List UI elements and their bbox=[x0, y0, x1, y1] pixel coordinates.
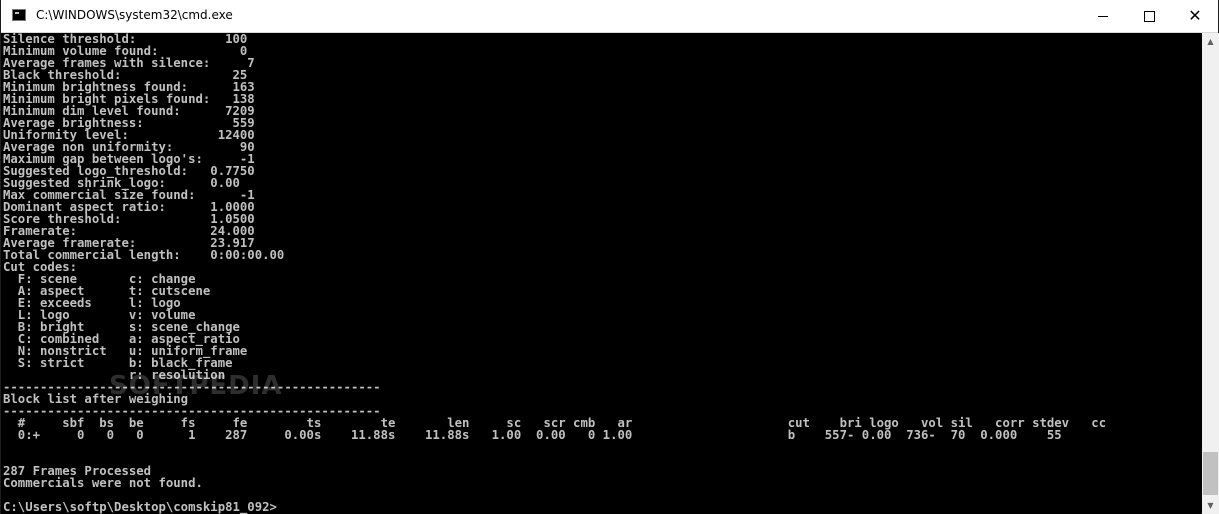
scroll-thumb[interactable] bbox=[1203, 452, 1218, 495]
cmd-window: C:\WINDOWS\system32\cmd.exe ✕ Silence th… bbox=[0, 0, 1219, 514]
window-title: C:\WINDOWS\system32\cmd.exe bbox=[36, 8, 233, 22]
scroll-down-icon[interactable]: ▼ bbox=[1202, 497, 1219, 514]
close-button[interactable]: ✕ bbox=[1172, 0, 1218, 32]
maximize-icon bbox=[1143, 10, 1155, 22]
console-text: Silence threshold: 100 Minimum volume fo… bbox=[3, 33, 1107, 514]
title-bar[interactable]: C:\WINDOWS\system32\cmd.exe ✕ bbox=[1, 0, 1218, 33]
vertical-scrollbar[interactable]: ▲ ▼ bbox=[1202, 33, 1219, 514]
console-output[interactable]: Silence threshold: 100 Minimum volume fo… bbox=[1, 33, 1201, 514]
scroll-up-icon[interactable]: ▲ bbox=[1202, 33, 1219, 50]
maximize-button[interactable] bbox=[1126, 0, 1172, 32]
minimize-icon bbox=[1098, 15, 1108, 17]
softpedia-watermark: SOFTPEDIA bbox=[109, 371, 283, 401]
close-icon: ✕ bbox=[1188, 6, 1202, 25]
cmd-app-icon[interactable] bbox=[12, 9, 26, 21]
minimize-button[interactable] bbox=[1080, 0, 1126, 32]
